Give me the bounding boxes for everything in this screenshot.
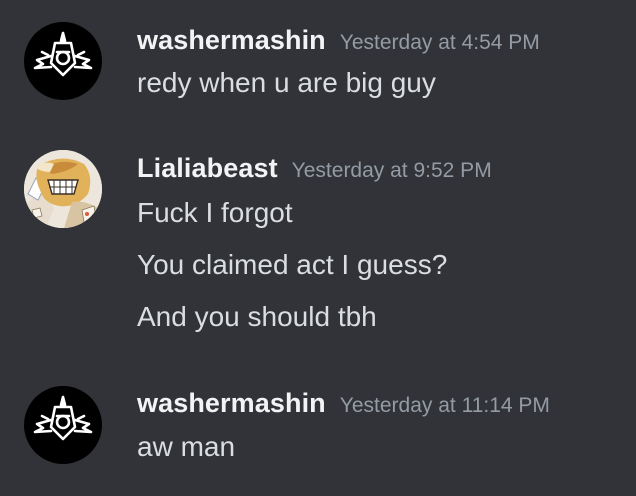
username[interactable]: washermashin: [137, 25, 326, 55]
message-text: You claimed act I guess?: [137, 249, 448, 280]
anime-character-icon: [24, 150, 102, 228]
avatar[interactable]: [24, 22, 102, 100]
avatar[interactable]: [24, 386, 102, 464]
logo-icon: [33, 31, 93, 77]
avatar[interactable]: [24, 150, 102, 228]
message-header: washermashin Yesterday at 4:54 PM: [137, 25, 540, 56]
message-text: redy when u are big guy: [137, 67, 436, 98]
message-text: And you should tbh: [137, 301, 377, 332]
chat-message-list: washermashin Yesterday at 4:54 PM redy wh…: [0, 0, 636, 496]
message-header: washermashin Yesterday at 11:14 PM: [137, 388, 550, 419]
timestamp[interactable]: Yesterday at 9:52 PM: [292, 159, 492, 182]
username[interactable]: washermashin: [137, 388, 326, 418]
username[interactable]: Lialiabeast: [137, 153, 278, 183]
timestamp[interactable]: Yesterday at 11:14 PM: [340, 394, 550, 417]
timestamp[interactable]: Yesterday at 4:54 PM: [340, 31, 540, 54]
message-text: aw man: [137, 431, 236, 462]
message-header: Lialiabeast Yesterday at 9:52 PM: [137, 153, 492, 184]
logo-icon: [33, 395, 93, 441]
message-text: Fuck I forgot: [137, 197, 293, 228]
